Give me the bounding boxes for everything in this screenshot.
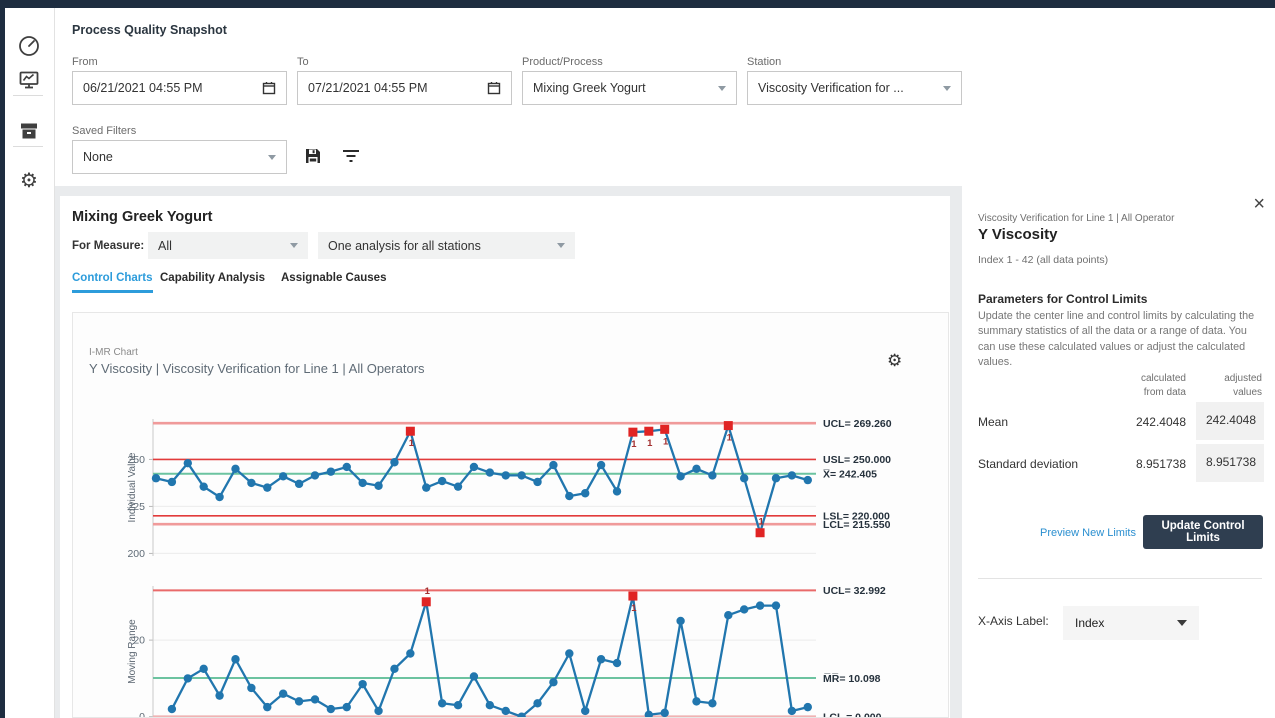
product-process-select[interactable]: Mixing Greek Yogurt xyxy=(522,71,737,105)
calendar-icon xyxy=(487,81,501,95)
svg-text:1: 1 xyxy=(663,436,669,447)
settings-gear-icon[interactable]: ⚙ xyxy=(16,168,42,194)
chevron-down-icon xyxy=(943,86,951,91)
page-title: Process Quality Snapshot xyxy=(72,23,227,37)
saved-filters-select[interactable]: None xyxy=(72,140,287,174)
chevron-down-icon xyxy=(1177,620,1187,626)
svg-text:1: 1 xyxy=(425,586,431,597)
xaxis-value: Index xyxy=(1075,616,1177,630)
sidebar: ⚙ xyxy=(5,8,55,718)
panel-subtitle: Viscosity Verification for Line 1 | All … xyxy=(978,213,1174,224)
svg-text:1: 1 xyxy=(409,438,415,449)
close-icon[interactable]: × xyxy=(1253,194,1265,214)
to-label: To xyxy=(297,56,309,68)
xaxis-select[interactable]: Index xyxy=(1063,606,1199,640)
index-range-info: Index 1 - 42 (all data points) xyxy=(978,254,1108,266)
panel-divider xyxy=(978,578,1262,579)
to-datetime-input[interactable]: 07/21/2021 04:55 PM xyxy=(297,71,512,105)
svg-text:1: 1 xyxy=(647,438,653,449)
svg-text:225: 225 xyxy=(127,501,145,513)
svg-text:LCL= 215.550: LCL= 215.550 xyxy=(823,519,891,531)
saved-filters-value: None xyxy=(83,150,268,164)
imr-chart-card: I-MR Chart Y Viscosity | Viscosity Verif… xyxy=(72,312,949,718)
station-label: Station xyxy=(747,56,781,68)
station-select[interactable]: Viscosity Verification for ... xyxy=(747,71,962,105)
chart-title: Y Viscosity | Viscosity Verification for… xyxy=(89,361,425,376)
chart-type-label: I-MR Chart xyxy=(89,347,138,358)
sidebar-divider xyxy=(13,95,43,96)
for-measure-label: For Measure: xyxy=(72,240,144,252)
column-header-adjusted: adjusted values xyxy=(1184,372,1262,399)
analysis-scope-select[interactable]: One analysis for all stations xyxy=(318,232,575,259)
monitor-chart-icon[interactable] xyxy=(16,67,42,93)
save-filter-icon[interactable] xyxy=(303,146,323,171)
filter-icon[interactable] xyxy=(342,149,360,168)
svg-text:Moving Range: Moving Range xyxy=(127,619,138,684)
chart-settings-gear-icon[interactable]: ⚙ xyxy=(887,351,902,371)
svg-text:USL= 250.000: USL= 250.000 xyxy=(823,454,891,466)
from-datetime-input[interactable]: 06/21/2021 04:55 PM xyxy=(72,71,287,105)
preview-new-limits-link[interactable]: Preview New Limits xyxy=(1040,527,1136,539)
station-value: Viscosity Verification for ... xyxy=(758,81,943,95)
svg-text:250: 250 xyxy=(127,454,145,466)
mean-calculated-value: 242.4048 xyxy=(1106,415,1186,429)
svg-text:LCL = 0.000: LCL = 0.000 xyxy=(823,712,882,718)
to-datetime-value: 07/21/2021 04:55 PM xyxy=(308,81,487,95)
column-header-calculated: calculated from data xyxy=(1106,372,1186,399)
chevron-down-icon xyxy=(718,86,726,91)
update-control-limits-button[interactable]: Update Control Limits xyxy=(1143,515,1263,549)
stddev-adjusted-input[interactable]: 8.951738 xyxy=(1196,444,1264,482)
parameters-heading: Parameters for Control Limits xyxy=(978,292,1147,306)
control-limits-panel: × Viscosity Verification for Line 1 | Al… xyxy=(962,186,1275,718)
tab-capability-analysis[interactable]: Capability Analysis xyxy=(160,272,265,290)
calendar-icon xyxy=(262,81,276,95)
svg-text:1: 1 xyxy=(631,439,637,450)
product-process-value: Mixing Greek Yogurt xyxy=(533,81,718,95)
svg-text:UCL= 32.992: UCL= 32.992 xyxy=(823,585,886,597)
analysis-scope-value: One analysis for all stations xyxy=(328,239,557,253)
svg-text:200: 200 xyxy=(127,548,145,560)
panel-title: Y Viscosity xyxy=(978,226,1058,243)
svg-text:20: 20 xyxy=(133,635,145,647)
chevron-down-icon xyxy=(268,155,276,160)
top-bar xyxy=(0,0,1275,8)
chevron-down-icon xyxy=(290,243,298,248)
main-panel: Mixing Greek Yogurt For Measure: All One… xyxy=(60,196,950,718)
mean-adjusted-input[interactable]: 242.4048 xyxy=(1196,402,1264,440)
svg-text:0: 0 xyxy=(139,711,145,718)
section-title: Mixing Greek Yogurt xyxy=(72,209,212,225)
from-datetime-value: 06/21/2021 04:55 PM xyxy=(83,81,262,95)
chevron-down-icon xyxy=(557,243,565,248)
header: Process Quality Snapshot From 06/21/2021… xyxy=(55,8,1275,186)
svg-text:Individual Value: Individual Value xyxy=(127,452,138,522)
parameters-description: Update the center line and control limit… xyxy=(978,309,1261,370)
product-process-label: Product/Process xyxy=(522,56,603,68)
stddev-row-label: Standard deviation xyxy=(978,457,1078,471)
xaxis-label: X-Axis Label: xyxy=(978,614,1049,628)
dashboard-gauge-icon[interactable] xyxy=(16,33,42,59)
svg-text:UCL= 269.260: UCL= 269.260 xyxy=(823,418,892,430)
measure-value: All xyxy=(158,239,290,253)
stddev-calculated-value: 8.951738 xyxy=(1106,457,1186,471)
tab-control-charts[interactable]: Control Charts xyxy=(72,272,153,293)
svg-text:LSL= 220.000: LSL= 220.000 xyxy=(823,511,890,523)
tab-assignable-causes[interactable]: Assignable Causes xyxy=(281,272,386,290)
measure-select[interactable]: All xyxy=(148,232,308,259)
svg-text:1: 1 xyxy=(631,603,637,614)
mean-row-label: Mean xyxy=(978,415,1008,429)
svg-text:1: 1 xyxy=(758,517,764,528)
sidebar-divider xyxy=(13,146,43,147)
svg-text:X̅= 242.405: X̅= 242.405 xyxy=(822,468,877,480)
svg-text:1: 1 xyxy=(727,433,733,444)
from-label: From xyxy=(72,56,98,68)
data-archive-icon[interactable] xyxy=(16,118,42,144)
svg-text:M̅R̅= 10.098: M̅R̅= 10.098 xyxy=(823,673,881,685)
saved-filters-label: Saved Filters xyxy=(72,125,136,137)
